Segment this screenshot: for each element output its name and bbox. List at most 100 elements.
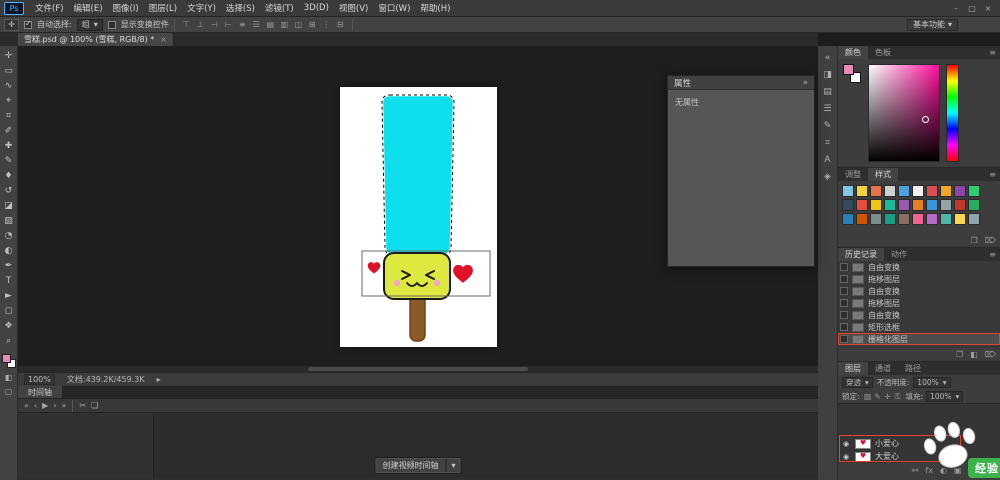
quick-mask-icon[interactable]: ◧: [5, 373, 13, 382]
create-video-timeline-button[interactable]: 创建视频时间轴 ▾: [374, 457, 461, 474]
brush-tool[interactable]: ✎: [1, 153, 17, 168]
marquee-tool[interactable]: ▭: [1, 63, 17, 78]
style-swatch[interactable]: [898, 185, 910, 197]
lasso-tool[interactable]: ∿: [1, 78, 17, 93]
style-swatch[interactable]: [940, 213, 952, 225]
style-swatch[interactable]: [912, 199, 924, 211]
show-transform-checkbox[interactable]: [108, 21, 116, 29]
swatches-panel-icon[interactable]: ▤: [819, 83, 837, 100]
tab-paths[interactable]: 路径: [898, 362, 928, 375]
close-icon[interactable]: ×: [160, 35, 167, 44]
menu-item[interactable]: 图像(I): [108, 2, 144, 14]
layer-row[interactable]: ◉♥大爱心: [838, 450, 1000, 463]
history-brush-source[interactable]: [840, 299, 848, 307]
tab-color[interactable]: 颜色: [838, 46, 868, 59]
style-swatch[interactable]: [898, 199, 910, 211]
style-swatch[interactable]: [926, 199, 938, 211]
align-icon[interactable]: ▤: [264, 19, 277, 31]
collapse-panel-icon[interactable]: »: [803, 78, 808, 88]
style-swatch[interactable]: [856, 213, 868, 225]
menu-item[interactable]: 视图(V): [334, 2, 373, 14]
transport-button[interactable]: «: [24, 401, 29, 410]
style-swatch[interactable]: [912, 185, 924, 197]
menu-item[interactable]: 编辑(E): [69, 2, 108, 14]
clone-stamp-tool[interactable]: ♦: [1, 168, 17, 183]
style-swatch[interactable]: [898, 213, 910, 225]
fill-dropdown[interactable]: 100% ▾: [926, 391, 963, 402]
history-step[interactable]: 拖移图层: [838, 297, 1000, 309]
history-brush-source[interactable]: [840, 287, 848, 295]
timeline-tool-icon[interactable]: ❏: [91, 401, 98, 410]
layers-footer-icon[interactable]: ▣: [954, 466, 962, 475]
history-brush-source[interactable]: [840, 323, 848, 331]
style-swatch[interactable]: [842, 185, 854, 197]
window-control[interactable]: □: [965, 4, 979, 13]
tab-actions[interactable]: 动作: [884, 248, 914, 261]
move-tool[interactable]: ✛: [1, 48, 17, 63]
style-swatch[interactable]: [842, 213, 854, 225]
panel-footer-icon[interactable]: ❐: [956, 350, 963, 359]
panel-menu-icon[interactable]: ≡: [989, 250, 996, 259]
style-swatch[interactable]: [884, 213, 896, 225]
layers-footer-icon[interactable]: ❐: [969, 466, 976, 475]
align-icon[interactable]: ▥: [278, 19, 291, 31]
gradient-tool[interactable]: ▨: [1, 213, 17, 228]
transport-button[interactable]: »: [61, 401, 66, 410]
tab-timeline[interactable]: 时间轴: [18, 386, 62, 398]
style-swatch[interactable]: [968, 213, 980, 225]
artboard[interactable]: [340, 87, 497, 347]
history-step[interactable]: 矩形选框: [838, 321, 1000, 333]
menu-item[interactable]: 滤镜(T): [260, 2, 299, 14]
lock-icon[interactable]: ⚿: [893, 392, 903, 402]
tab-adjustments[interactable]: 调整: [838, 168, 868, 181]
hue-slider[interactable]: [946, 64, 959, 162]
style-swatch[interactable]: [954, 199, 966, 211]
scrollbar-thumb[interactable]: [308, 367, 528, 371]
history-step[interactable]: 自由变换: [838, 285, 1000, 297]
style-swatch[interactable]: [884, 199, 896, 211]
tab-swatches[interactable]: 色板: [868, 46, 898, 59]
align-icon[interactable]: ⊣: [208, 19, 221, 31]
style-swatch[interactable]: [870, 185, 882, 197]
auto-select-checkbox[interactable]: [24, 21, 32, 29]
auto-select-dropdown[interactable]: 组 ▾: [77, 19, 103, 31]
lock-icon[interactable]: ✎: [873, 392, 883, 402]
adjustments-panel-icon[interactable]: ☰: [819, 100, 837, 117]
style-swatch[interactable]: [926, 213, 938, 225]
layers-footer-icon[interactable]: ⚯: [912, 466, 919, 475]
menu-item[interactable]: 3D(D): [299, 3, 334, 13]
history-brush-source[interactable]: [840, 335, 848, 343]
opacity-dropdown[interactable]: 100% ▾: [913, 377, 950, 388]
color-panel-icon[interactable]: ◨: [819, 66, 837, 83]
align-icon[interactable]: ≡: [236, 19, 249, 31]
layers-footer-icon[interactable]: fx: [925, 466, 933, 475]
current-tool-icon[interactable]: ✛: [4, 19, 19, 31]
style-swatch[interactable]: [968, 199, 980, 211]
style-swatch[interactable]: [912, 213, 924, 225]
align-icon[interactable]: ⊤: [180, 19, 193, 31]
style-swatch[interactable]: [870, 213, 882, 225]
screen-mode-icon[interactable]: ▢: [5, 387, 13, 396]
type-tool[interactable]: T: [1, 273, 17, 288]
pen-tool[interactable]: ✒: [1, 258, 17, 273]
style-swatch[interactable]: [926, 185, 938, 197]
workspace-switcher[interactable]: 基本功能 ▾: [907, 19, 958, 31]
style-swatch[interactable]: [856, 185, 868, 197]
tab-channels[interactable]: 通道: [868, 362, 898, 375]
tab-history[interactable]: 历史记录: [838, 248, 884, 261]
eyedropper-tool[interactable]: ✐: [1, 123, 17, 138]
align-icon[interactable]: ⊟: [334, 19, 347, 31]
chevron-down-icon[interactable]: ▾: [445, 459, 460, 472]
collapse-dock-icon[interactable]: «: [819, 49, 837, 66]
style-swatch[interactable]: [968, 185, 980, 197]
style-swatch[interactable]: [884, 185, 896, 197]
hand-tool[interactable]: ❖: [1, 318, 17, 333]
style-swatch[interactable]: [870, 199, 882, 211]
panel-footer-icon[interactable]: ❐: [971, 236, 978, 245]
history-step[interactable]: 自由变换: [838, 261, 1000, 273]
transport-button[interactable]: ▶: [42, 401, 48, 410]
eraser-tool[interactable]: ◪: [1, 198, 17, 213]
style-swatch[interactable]: [954, 213, 966, 225]
panel-menu-icon[interactable]: ≡: [989, 48, 996, 57]
align-icon[interactable]: ⊥: [194, 19, 207, 31]
